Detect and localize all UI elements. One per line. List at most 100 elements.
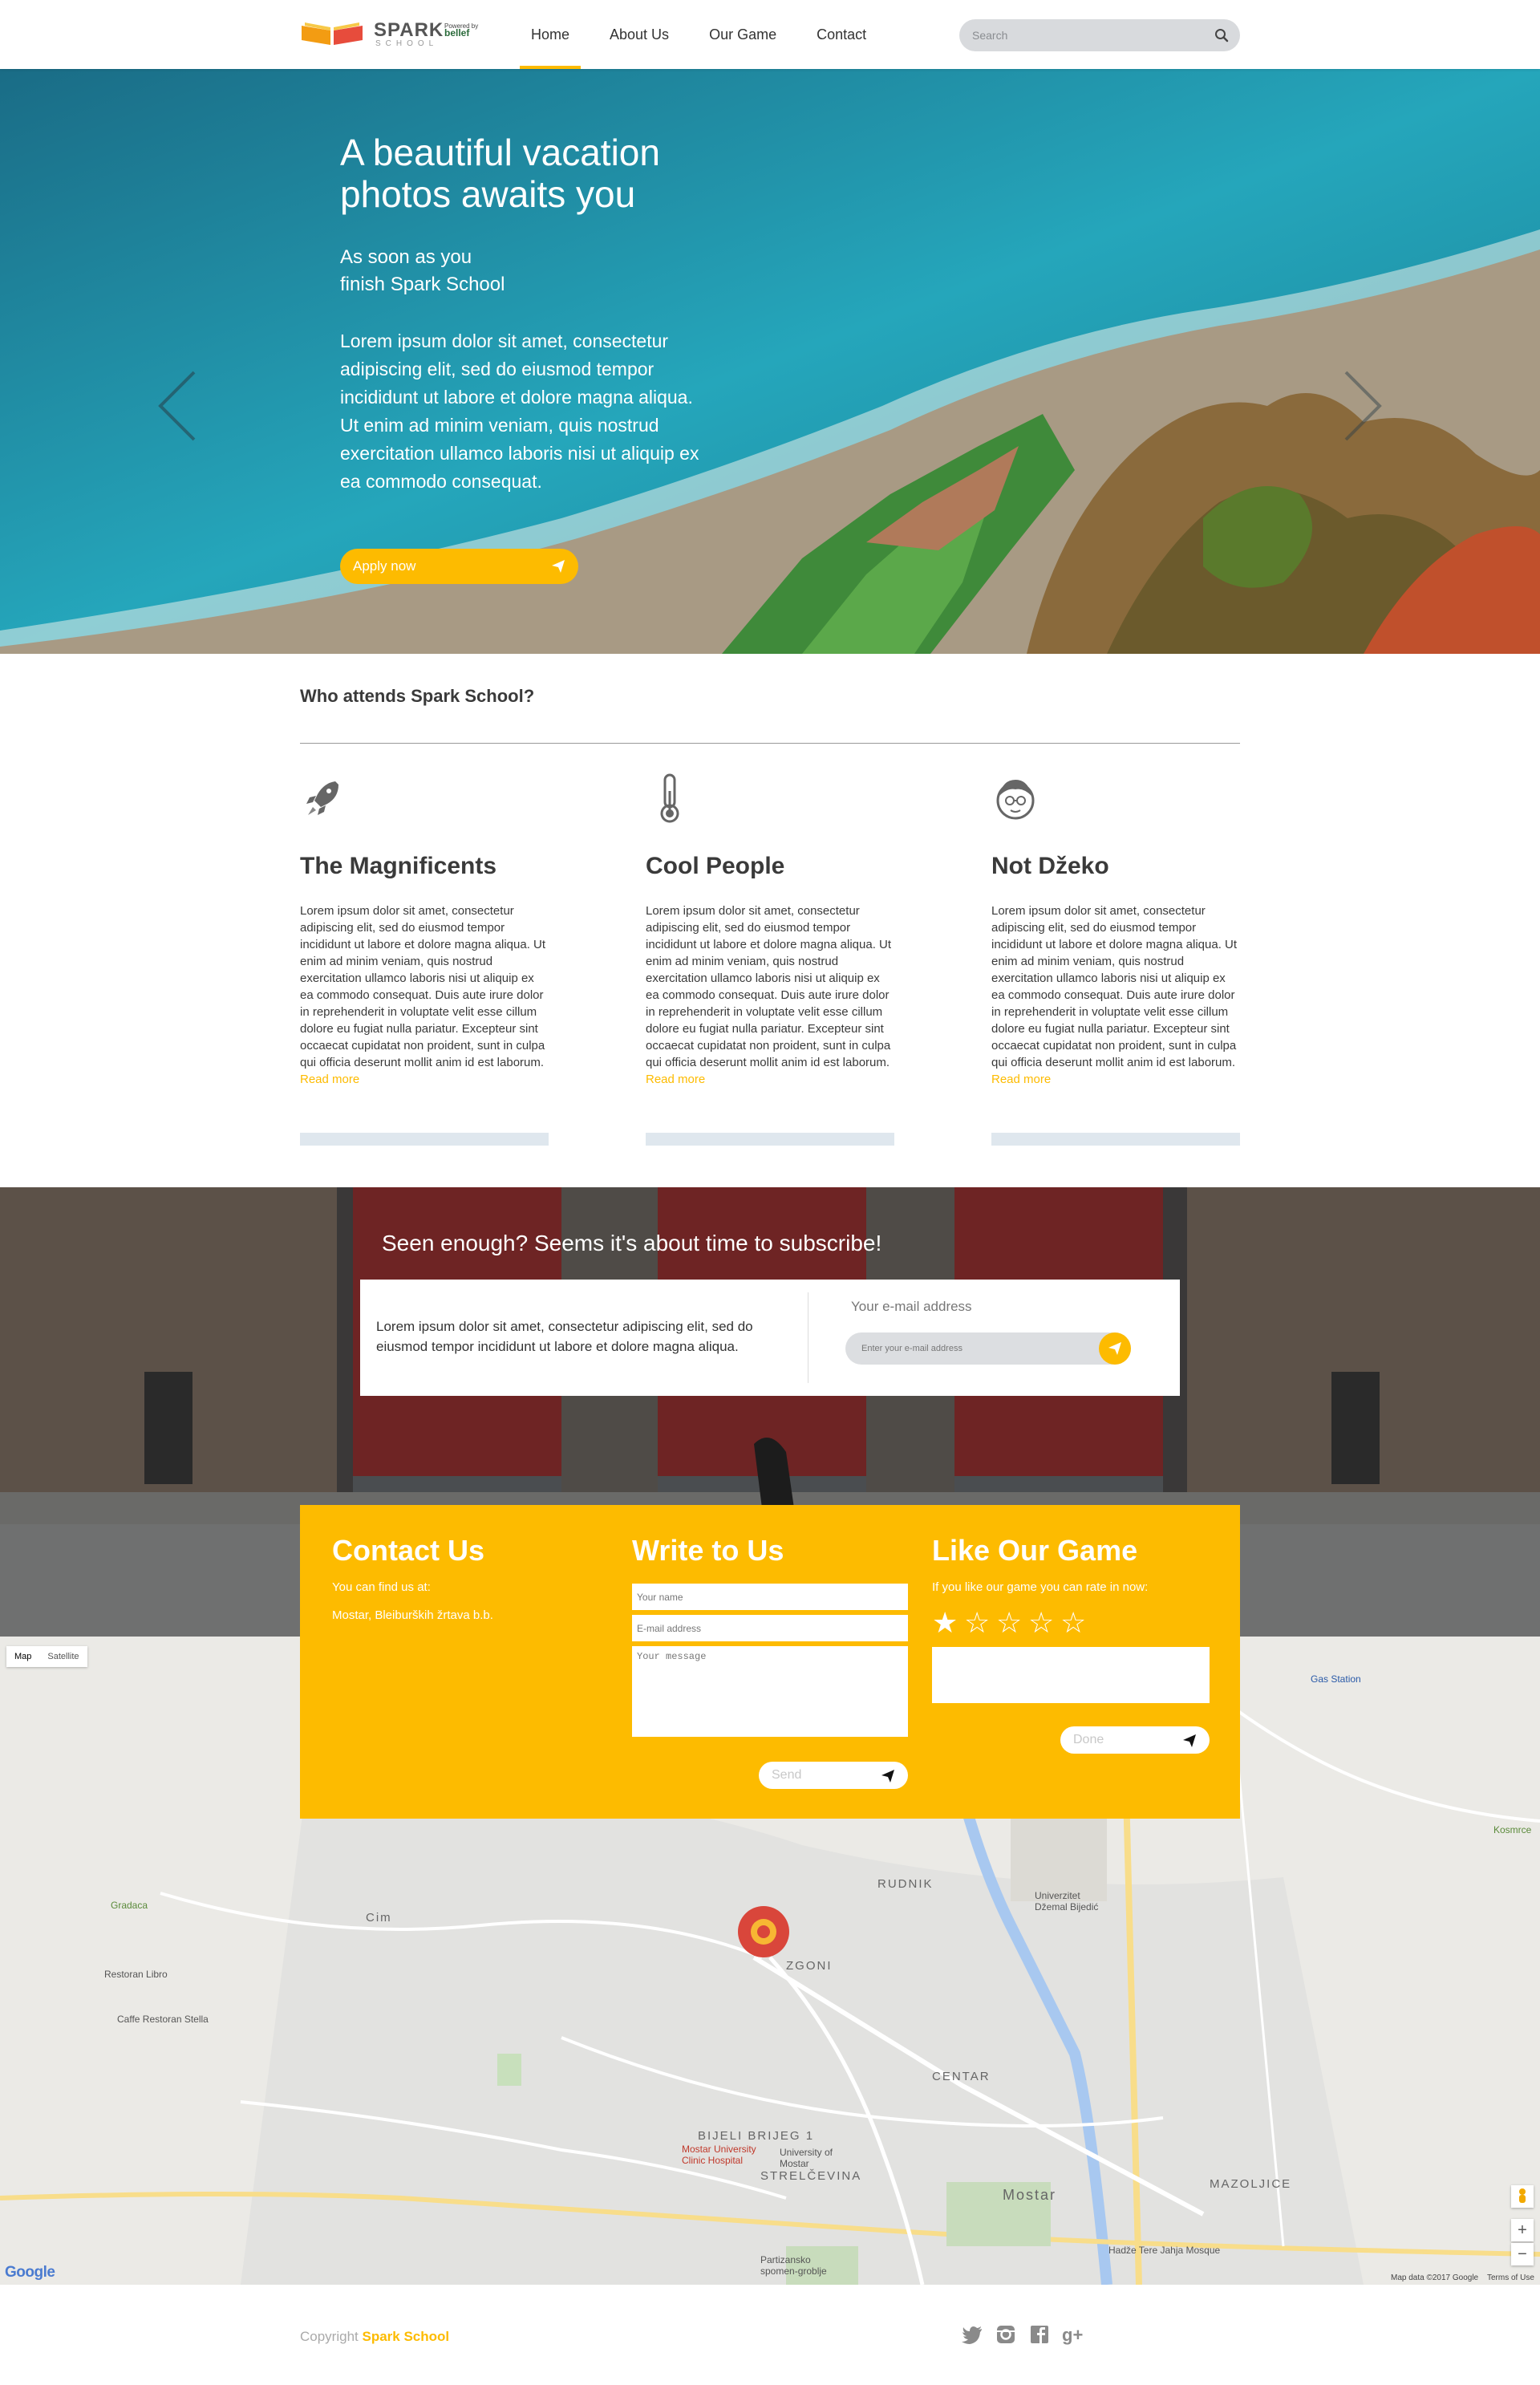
thermometer-icon (660, 773, 679, 823)
map-label-caffe-stella[interactable]: Caffe Restoran Stella (117, 2014, 209, 2025)
rating-comment-box[interactable] (932, 1647, 1210, 1703)
who-column-magnificents: The Magnificents Lorem ipsum dolor sit a… (300, 770, 549, 1146)
page-footer: Copyright Spark School g+ (0, 2285, 1540, 2385)
copyright-brand-link[interactable]: Spark School (362, 2329, 449, 2344)
read-more-link[interactable]: Read more (646, 1071, 894, 1088)
send-button-label: Send (772, 1768, 802, 1782)
powered-by: Powered by bellef (444, 22, 489, 38)
pegman-icon[interactable] (1511, 2185, 1534, 2208)
star-4-empty-icon[interactable]: ☆ (1028, 1608, 1060, 1637)
contact-us-title: Contact Us (332, 1534, 485, 1567)
who-column-not-dzeko: Not Džeko Lorem ipsum dolor sit amet, co… (991, 770, 1240, 1146)
email-field[interactable] (632, 1615, 908, 1641)
star-1-filled-icon[interactable]: ★ (932, 1608, 964, 1637)
subscribe-card: Lorem ipsum dolor sit amet, consectetur … (360, 1280, 1180, 1396)
column-title: Cool People (646, 853, 785, 879)
name-field[interactable] (632, 1584, 908, 1610)
hero-subtitle-line-1: As soon as you (340, 246, 472, 268)
nav-home[interactable]: Home (520, 0, 582, 69)
map-label-university-mostar[interactable]: University of Mostar (780, 2147, 836, 2169)
map-label-gas-station[interactable]: Gas Station (1311, 1673, 1361, 1685)
facebook-icon[interactable] (1028, 2323, 1051, 2346)
google-logo: Google (5, 2264, 55, 2281)
done-button[interactable]: Done (1060, 1726, 1210, 1754)
map-tab-satellite[interactable]: Satellite (39, 1646, 87, 1667)
subscribe-submit-button[interactable] (1099, 1332, 1131, 1365)
map-label-mostar: Mostar (1003, 2187, 1057, 2203)
svg-text:g+: g+ (1062, 2325, 1083, 2345)
map-tab-map[interactable]: Map (6, 1646, 39, 1667)
spark-school-logo[interactable]: SPARK SCHOOL Powered by bellef (300, 18, 492, 50)
copyright-prefix: Copyright (300, 2329, 363, 2344)
star-3-empty-icon[interactable]: ☆ (996, 1608, 1028, 1637)
column-footer-bar (991, 1133, 1240, 1146)
map-type-tabs: Map Satellite (6, 1646, 87, 1667)
read-more-link[interactable]: Read more (991, 1071, 1240, 1088)
email-label: Your e-mail address (851, 1299, 972, 1314)
nav-links: Home About Us Our Game Contact (520, 0, 895, 69)
star-5-empty-icon[interactable]: ☆ (1060, 1608, 1092, 1637)
map-label-mazoljice: MAZOLJICE (1210, 2177, 1292, 2191)
subscribe-text: Lorem ipsum dolor sit amet, consectetur … (376, 1319, 753, 1354)
star-2-empty-icon[interactable]: ☆ (964, 1608, 996, 1637)
done-button-label: Done (1073, 1733, 1104, 1746)
write-to-us-column: Write to Us (632, 1534, 908, 1737)
map-label-partizansko[interactable]: Partizansko spomen-groblje (760, 2254, 849, 2277)
top-navbar: SPARK SCHOOL Powered by bellef Home Abou… (0, 0, 1540, 69)
map-terms-link[interactable]: Terms of Use (1487, 2273, 1534, 2282)
carousel-next-arrow-icon[interactable] (1339, 366, 1388, 446)
column-text: Lorem ipsum dolor sit amet, consectetur … (646, 904, 892, 1069)
map-label-centar: CENTAR (932, 2070, 991, 2083)
search-icon[interactable] (1214, 28, 1229, 43)
column-title: The Magnificents (300, 853, 497, 879)
instagram-icon[interactable] (995, 2323, 1017, 2346)
send-button[interactable]: Send (759, 1762, 908, 1789)
column-text: Lorem ipsum dolor sit amet, consectetur … (300, 904, 546, 1069)
subscribe-email-input[interactable] (861, 1332, 1094, 1365)
apply-now-button[interactable]: Apply now (340, 549, 578, 584)
logo-text: SPARK (374, 19, 444, 41)
location-pin-icon[interactable] (738, 1906, 789, 1957)
hero-title: A beautiful vacation photos awaits you (340, 132, 660, 215)
avatar-face-icon (996, 780, 1035, 820)
zoom-in-button[interactable]: + (1511, 2219, 1534, 2241)
nav-our-game[interactable]: Our Game (698, 0, 788, 69)
map-label-hadze-mosque[interactable]: Hadže Tere Jahja Mosque (1108, 2245, 1220, 2256)
section-divider (300, 743, 1240, 744)
google-plus-icon[interactable]: g+ (1062, 2323, 1084, 2346)
hero-subtitle-line-2: finish Spark School (340, 274, 505, 295)
twitter-icon[interactable] (961, 2323, 983, 2346)
carousel-prev-arrow-icon[interactable] (152, 366, 201, 446)
search-input[interactable] (972, 19, 1205, 51)
contact-panel: Contact Us You can find us at: Mostar, B… (300, 1505, 1240, 1819)
subscribe-heading: Seen enough? Seems it's about time to su… (382, 1231, 882, 1255)
social-links: g+ (961, 2323, 1096, 2346)
read-more-link[interactable]: Read more (300, 1071, 549, 1088)
contact-find-us-label: You can find us at: (332, 1580, 431, 1594)
hero-content: A beautiful vacation photos awaits you A… (340, 132, 709, 496)
logo-subtext: SCHOOL (375, 39, 439, 48)
who-attends-heading: Who attends Spark School? (300, 686, 535, 706)
zoom-out-button[interactable]: − (1511, 2243, 1534, 2265)
star-rating: ★ ☆ ☆ ☆ ☆ (932, 1608, 1210, 1637)
map-data-credit: Map data ©2017 Google (1391, 2273, 1479, 2282)
rocket-icon (306, 781, 338, 815)
book-logo-icon (302, 22, 363, 45)
map-label-univerzitet[interactable]: Univerzitet Džemal Bijedić (1035, 1890, 1107, 1912)
copyright-text: Copyright Spark School (300, 2329, 449, 2345)
paper-plane-icon (1183, 1734, 1196, 1747)
rate-prompt: If you like our game you can rate in now… (932, 1580, 1149, 1594)
apply-now-label: Apply now (353, 558, 416, 574)
write-form (632, 1584, 908, 1737)
pegman-figure (1519, 2188, 1526, 2203)
contact-us-column: Contact Us You can find us at: Mostar, B… (332, 1534, 493, 1622)
like-our-game-column: Like Our Game If you like our game you c… (932, 1534, 1210, 1703)
nav-contact[interactable]: Contact (805, 0, 877, 69)
hero-coastline-image (0, 69, 1540, 654)
message-field[interactable] (632, 1646, 908, 1737)
nav-about-us[interactable]: About Us (598, 0, 680, 69)
map-label-clinic-hospital[interactable]: Mostar University Clinic Hospital (682, 2144, 778, 2166)
map-label-zgoni: ZGONI (786, 1959, 833, 1973)
map-label-kosmrce: Kosmrce (1493, 1824, 1532, 1835)
map-label-restoran-libro[interactable]: Restoran Libro (104, 1969, 168, 1980)
